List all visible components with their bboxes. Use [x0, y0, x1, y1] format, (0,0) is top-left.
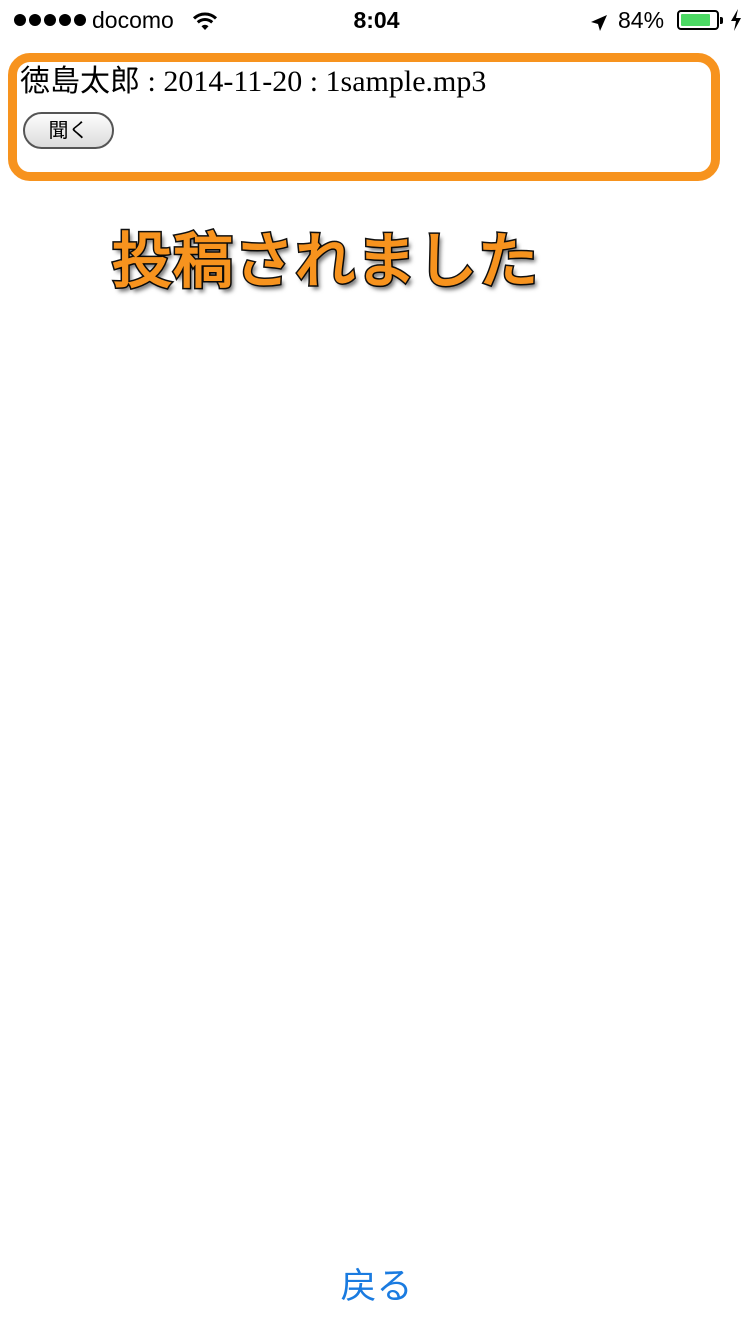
posted-annotation: 投稿されました [111, 226, 540, 299]
status-bar: docomo 8:04 84% [0, 0, 753, 42]
entry-info: 徳島太郎 : 2014-11-20 : 1sample.mp3 [20, 65, 487, 98]
location-arrow-icon [590, 11, 608, 38]
battery-percent: 84% [618, 7, 665, 33]
battery-icon [677, 10, 723, 30]
battery-level-fill [681, 14, 710, 26]
back-link[interactable]: 戻る [0, 1262, 753, 1312]
listen-button[interactable]: 聞く [23, 112, 114, 149]
charging-bolt-icon [730, 9, 742, 37]
